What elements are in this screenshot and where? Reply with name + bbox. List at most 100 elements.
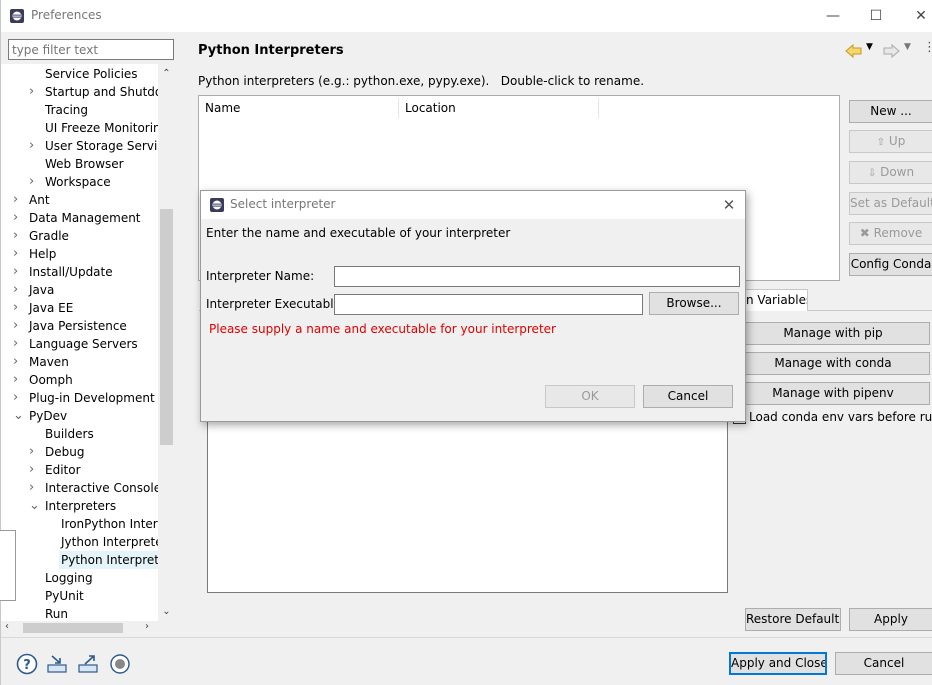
- collapsed-chevron-icon[interactable]: ›: [13, 353, 23, 371]
- collapsed-chevron-icon[interactable]: ›: [13, 371, 23, 389]
- tree-item[interactable]: › Maven: [13, 353, 175, 371]
- scroll-left-icon[interactable]: ‹: [5, 621, 9, 632]
- down-button[interactable]: ⇩ Down: [849, 161, 932, 184]
- tree-item[interactable]: › Help: [13, 245, 175, 263]
- dialog-close-button[interactable]: ✕: [718, 194, 740, 216]
- collapsed-chevron-icon[interactable]: ›: [29, 173, 39, 191]
- tab-environment-variables[interactable]: n Variables: [741, 289, 808, 311]
- scroll-up-icon[interactable]: ⌃: [158, 66, 175, 82]
- tree-item[interactable]: Builders: [43, 425, 175, 443]
- import-icon[interactable]: [46, 653, 68, 675]
- tree-item-label: Ant: [29, 193, 50, 207]
- libraries-list[interactable]: [207, 420, 728, 593]
- help-icon[interactable]: ?: [16, 653, 38, 675]
- tree-item[interactable]: Logging: [43, 569, 175, 587]
- validation-error-message: Please supply a name and executable for …: [209, 322, 556, 336]
- load-conda-env-option[interactable]: Load conda env vars before run?: [733, 410, 932, 428]
- tree-item[interactable]: UI Freeze Monitoring: [43, 119, 175, 137]
- tree-item[interactable]: ⌄ PyDev: [13, 407, 175, 425]
- tree-item[interactable]: PyUnit: [43, 587, 175, 605]
- cancel-button[interactable]: Cancel: [835, 652, 932, 675]
- back-dropdown-icon[interactable]: ▼: [866, 42, 873, 52]
- forward-dropdown-icon[interactable]: ▼: [904, 42, 911, 52]
- tree-item[interactable]: › Editor: [29, 461, 175, 479]
- tree-vertical-scrollbar[interactable]: ⌃ ⌄: [158, 64, 175, 622]
- scroll-down-icon[interactable]: ⌄: [158, 604, 175, 620]
- collapsed-chevron-icon[interactable]: ›: [29, 479, 39, 497]
- ok-button[interactable]: OK: [545, 385, 635, 408]
- up-button[interactable]: ⇧ Up: [849, 130, 932, 153]
- close-window-button[interactable]: ✕: [909, 4, 932, 28]
- tree-item[interactable]: › Java Persistence: [13, 317, 175, 335]
- tree-item[interactable]: Service Policies: [43, 65, 175, 83]
- tree-item[interactable]: › Debug: [29, 443, 175, 461]
- tree-item[interactable]: › Interactive Console: [29, 479, 175, 497]
- collapsed-chevron-icon[interactable]: ›: [13, 389, 23, 407]
- back-arrow-icon[interactable]: [845, 43, 863, 59]
- collapsed-chevron-icon[interactable]: ›: [13, 317, 23, 335]
- page-title: Python Interpreters: [198, 43, 344, 58]
- tree-item[interactable]: Run: [43, 605, 175, 622]
- expanded-chevron-icon[interactable]: ⌄: [29, 497, 40, 515]
- interpreter-name-field[interactable]: [334, 266, 740, 287]
- config-conda-button[interactable]: Config Conda: [849, 253, 932, 276]
- tree-item[interactable]: › Java: [13, 281, 175, 299]
- apply-button[interactable]: Apply: [849, 608, 932, 631]
- tree-item[interactable]: Tracing: [43, 101, 175, 119]
- new-interpreter-button[interactable]: New ...: [849, 100, 932, 123]
- tree-item[interactable]: › Data Management: [13, 209, 175, 227]
- eclipse-app-icon: [10, 9, 24, 23]
- remove-button[interactable]: ✖ Remove: [849, 222, 932, 245]
- forward-arrow-icon[interactable]: [882, 43, 900, 59]
- collapsed-chevron-icon[interactable]: ›: [13, 227, 23, 245]
- collapsed-chevron-icon[interactable]: ›: [29, 461, 39, 479]
- h-scrollbar-thumb[interactable]: [23, 623, 123, 633]
- collapsed-chevron-icon[interactable]: ›: [13, 245, 23, 263]
- load-conda-label: Load conda env vars before run?: [749, 410, 932, 424]
- tree-item[interactable]: › Gradle: [13, 227, 175, 245]
- maximize-button[interactable]: ☐: [864, 4, 888, 28]
- collapsed-chevron-icon[interactable]: ›: [13, 209, 23, 227]
- export-icon[interactable]: [77, 653, 99, 675]
- column-header-location[interactable]: Location: [399, 98, 599, 118]
- tree-item[interactable]: › Workspace: [29, 173, 175, 191]
- tree-item[interactable]: › Oomph: [13, 371, 175, 389]
- interpreter-executable-field[interactable]: [334, 294, 643, 315]
- collapsed-chevron-icon[interactable]: ›: [13, 191, 23, 209]
- filter-input[interactable]: [8, 39, 174, 60]
- column-header-name[interactable]: Name: [199, 98, 399, 118]
- dialog-cancel-button[interactable]: Cancel: [643, 385, 733, 408]
- manage-with-pipenv-button[interactable]: Manage with pipenv: [736, 382, 930, 405]
- tree-item[interactable]: Web Browser: [43, 155, 175, 173]
- collapsed-chevron-icon[interactable]: ›: [29, 83, 39, 101]
- tree-item[interactable]: › Install/Update: [13, 263, 175, 281]
- preference-tree[interactable]: Service Policies › Startup and Shutdown Tra…: [1, 64, 175, 622]
- tree-item[interactable]: › Language Servers: [13, 335, 175, 353]
- apply-and-close-button[interactable]: Apply and Close: [729, 652, 827, 675]
- expanded-chevron-icon[interactable]: ⌄: [13, 407, 24, 425]
- view-menu-icon[interactable]: ⋮: [923, 40, 932, 55]
- record-icon[interactable]: [109, 653, 131, 675]
- manage-with-conda-button[interactable]: Manage with conda: [736, 352, 930, 375]
- scrollbar-thumb[interactable]: [160, 209, 173, 445]
- collapsed-chevron-icon[interactable]: ›: [13, 263, 23, 281]
- tree-item-label: Web Browser: [45, 157, 124, 171]
- browse-button[interactable]: Browse...: [649, 292, 739, 315]
- set-as-default-button[interactable]: Set as Default: [849, 192, 932, 215]
- tree-item[interactable]: › Startup and Shutdown: [29, 83, 175, 101]
- manage-with-pip-button[interactable]: Manage with pip: [736, 322, 930, 345]
- tree-horizontal-scrollbar[interactable]: ‹ ›: [1, 621, 175, 635]
- tree-item[interactable]: › Ant: [13, 191, 175, 209]
- scroll-right-icon[interactable]: ›: [145, 621, 149, 632]
- collapsed-chevron-icon[interactable]: ›: [13, 335, 23, 353]
- collapsed-chevron-icon[interactable]: ›: [13, 281, 23, 299]
- minimize-button[interactable]: —: [821, 4, 845, 28]
- tree-item[interactable]: › Plug-in Development: [13, 389, 175, 407]
- collapsed-chevron-icon[interactable]: ›: [13, 299, 23, 317]
- collapsed-chevron-icon[interactable]: ›: [29, 443, 39, 461]
- collapsed-chevron-icon[interactable]: ›: [29, 137, 39, 155]
- tree-item[interactable]: › User Storage Service: [29, 137, 175, 155]
- tree-item[interactable]: › Java EE: [13, 299, 175, 317]
- tree-item[interactable]: ⌄ Interpreters: [29, 497, 175, 515]
- restore-defaults-button[interactable]: Restore Defaults: [745, 608, 841, 631]
